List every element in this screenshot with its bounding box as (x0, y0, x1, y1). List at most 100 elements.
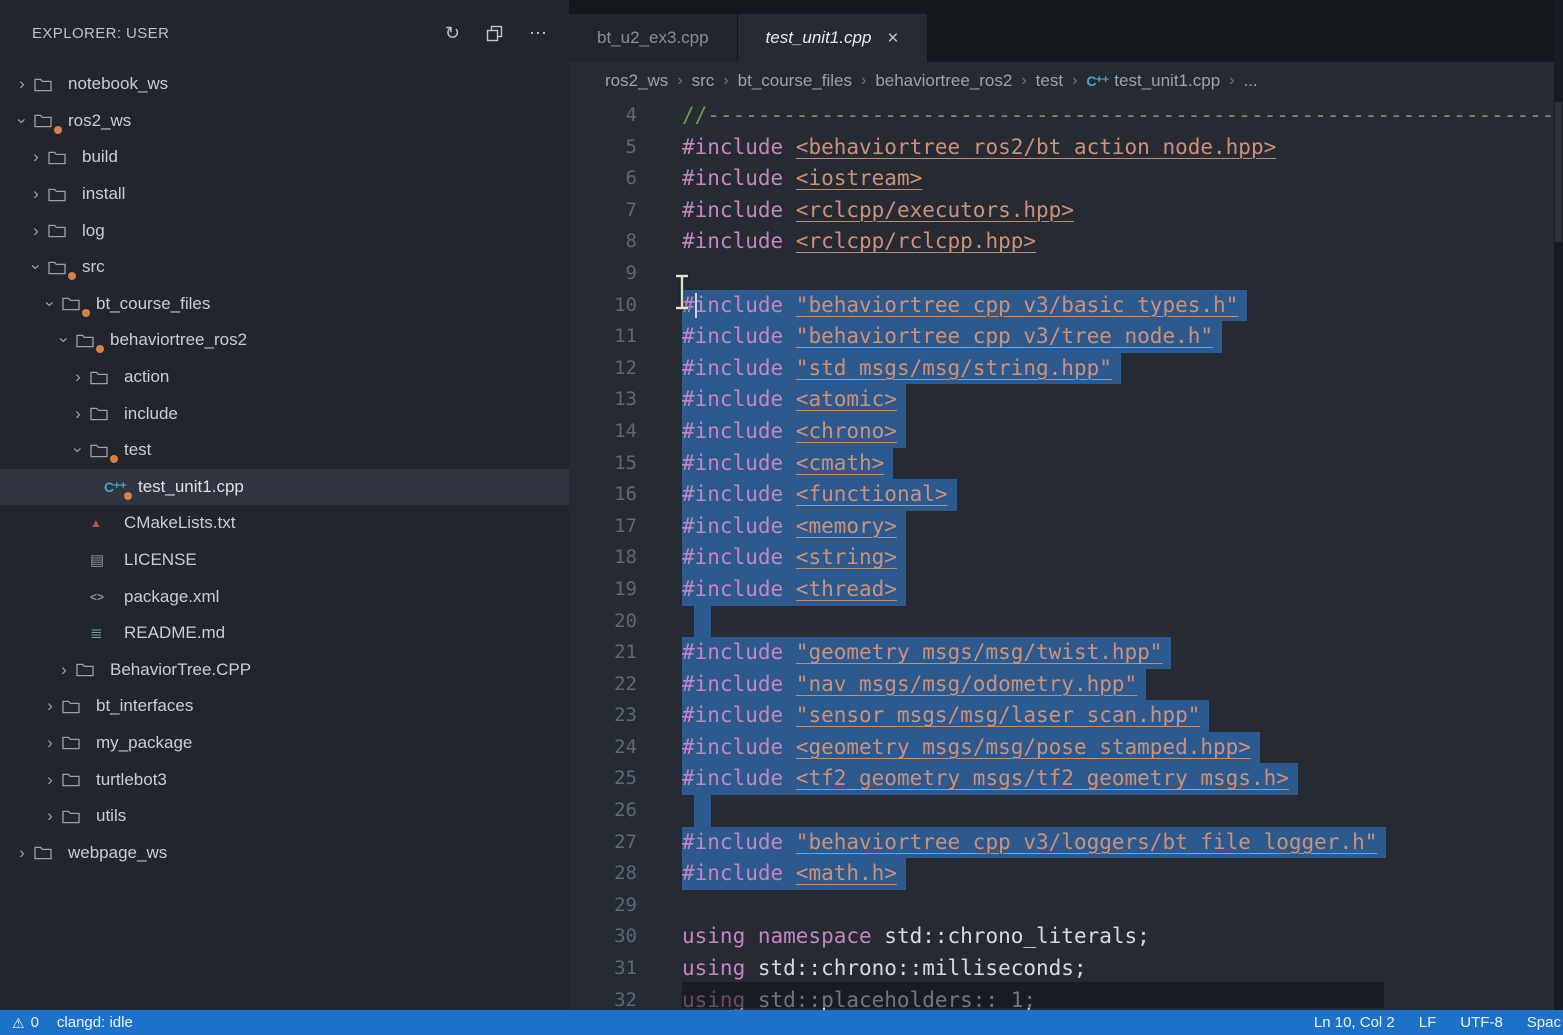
tree-item-bt-course-files[interactable]: ›bt_course_files (0, 286, 569, 323)
code-line[interactable]: 12#include "std_msgs/msg/string.hpp" (569, 353, 1563, 385)
line-number[interactable]: 8 (569, 226, 637, 258)
breadcrumb-item-[interactable]: ... (1243, 71, 1257, 91)
tree-item-test-unit1-cpp[interactable]: C⁺⁺test_unit1.cpp (0, 469, 569, 506)
tree-item-cmakelists-txt[interactable]: ▲CMakeLists.txt (0, 505, 569, 542)
breadcrumb-item-test-unit1-cpp[interactable]: C⁺⁺test_unit1.cpp (1086, 71, 1220, 91)
code-line-content[interactable]: #include <tf2_geometry_msgs/tf2_geometry… (682, 763, 1298, 795)
chevron-right-icon[interactable]: › (10, 74, 34, 94)
code-line-content[interactable]: #include "geometry_msgs/msg/twist.hpp" (682, 637, 1171, 669)
code-line[interactable]: 25 #include <tf2_geometry_msgs/tf2_geomet… (569, 763, 1563, 795)
chevron-right-icon[interactable]: › (24, 147, 48, 167)
line-number[interactable]: 10 (569, 290, 637, 322)
chevron-right-icon[interactable]: › (38, 696, 62, 716)
chevron-down-icon[interactable]: › (12, 109, 32, 133)
code-line[interactable]: 17 #include <memory> (569, 511, 1563, 543)
code-line[interactable]: 29 (569, 890, 1563, 922)
tree-item-webpage-ws[interactable]: ›webpage_ws (0, 834, 569, 871)
line-number[interactable]: 32 (569, 985, 637, 1010)
line-number[interactable]: 16 (569, 479, 637, 511)
line-number[interactable]: 18 (569, 542, 637, 574)
chevron-right-icon[interactable]: › (38, 770, 62, 790)
line-number[interactable]: 19 (569, 574, 637, 606)
code-line[interactable]: 24#include <geometry_msgs/msg/pose_stamp… (569, 732, 1563, 764)
horizontal-scrollbar[interactable] (682, 982, 1384, 1008)
code-line[interactable]: 27#include "behaviortree_cpp_v3/loggers/… (569, 827, 1563, 859)
code-line-content[interactable]: #include <iostream> (682, 163, 922, 195)
tab-test-unit1-cpp[interactable]: test_unit1.cpp× (738, 14, 928, 62)
chevron-right-icon[interactable]: › (66, 367, 90, 387)
status-eol-indicator[interactable]: LF (1419, 1014, 1437, 1031)
code-line-content[interactable]: #include <cmath> (682, 448, 893, 480)
code-line-content[interactable]: #include <thread> (682, 574, 906, 606)
more-actions-icon[interactable]: ⋯ (529, 24, 547, 42)
tree-item-build[interactable]: ›build (0, 139, 569, 176)
code-line-content[interactable]: #include "behaviortree_cpp_v3/basic_type… (682, 290, 1247, 322)
status-encoding-indicator[interactable]: UTF-8 (1460, 1014, 1503, 1031)
code-line[interactable]: 6#include <iostream> (569, 163, 1563, 195)
line-number[interactable]: 31 (569, 953, 637, 985)
tree-item-license[interactable]: ▤LICENSE (0, 542, 569, 579)
status-indentation-indicator[interactable]: Spac (1527, 1014, 1561, 1031)
chevron-down-icon[interactable]: › (68, 438, 88, 462)
code-line[interactable]: 20 (569, 606, 1563, 638)
breadcrumb-item-behaviortree-ros2[interactable]: behaviortree_ros2 (875, 71, 1012, 91)
code-line[interactable]: 23 #include "sensor_msgs/msg/laser_scan.h… (569, 700, 1563, 732)
tree-item-bt-interfaces[interactable]: ›bt_interfaces (0, 688, 569, 725)
line-number[interactable]: 17 (569, 511, 637, 543)
code-line-content[interactable]: #include <chrono> (682, 416, 906, 448)
line-number[interactable]: 11 (569, 321, 637, 353)
chevron-down-icon[interactable]: › (40, 292, 60, 316)
code-line[interactable]: 18 #include <string> (569, 542, 1563, 574)
line-number[interactable]: 30 (569, 921, 637, 953)
line-number[interactable]: 4 (569, 100, 637, 132)
code-line[interactable]: 14#include <chrono> (569, 416, 1563, 448)
line-number[interactable]: 15 (569, 448, 637, 480)
line-number[interactable]: 23 (569, 700, 637, 732)
code-line[interactable]: 11 #include "behaviortree_cpp_v3/tree_nod… (569, 321, 1563, 353)
code-line-content[interactable]: #include <memory> (682, 511, 906, 543)
line-number[interactable]: 24 (569, 732, 637, 764)
line-number[interactable]: 27 (569, 827, 637, 859)
code-line[interactable]: 16 #include <functional> (569, 479, 1563, 511)
tree-item-package-xml[interactable]: <>package.xml (0, 578, 569, 615)
tree-item-ros2-ws[interactable]: ›ros2_ws (0, 103, 569, 140)
chevron-right-icon[interactable]: › (38, 806, 62, 826)
tree-item-action[interactable]: ›action (0, 359, 569, 396)
code-line[interactable]: 30 using namespace std::chrono_literals; (569, 921, 1563, 953)
code-line[interactable]: 28#include <math.h> (569, 858, 1563, 890)
code-line[interactable]: 4//-------------------------------------… (569, 100, 1563, 132)
line-number[interactable]: 13 (569, 384, 637, 416)
line-number[interactable]: 22 (569, 669, 637, 701)
line-number[interactable]: 25 (569, 763, 637, 795)
code-line-content[interactable]: #include <behaviortree_ros2/bt_action_no… (682, 132, 1276, 164)
code-line-content[interactable]: using namespace std::chrono_literals; (682, 921, 1150, 953)
code-line-content[interactable]: #include "behaviortree_cpp_v3/tree_node.… (682, 321, 1222, 353)
code-line-content[interactable] (682, 795, 711, 827)
chevron-right-icon[interactable]: › (52, 660, 76, 680)
tree-item-notebook-ws[interactable]: ›notebook_ws (0, 66, 569, 103)
code-line-content[interactable]: #include <functional> (682, 479, 957, 511)
code-line[interactable]: 7#include <rclcpp/executors.hpp> (569, 195, 1563, 227)
tree-item-test[interactable]: ›test (0, 432, 569, 469)
code-line[interactable]: 10 #include "behaviortree_cpp_v3/basic_ty… (569, 290, 1563, 322)
refresh-explorer-icon[interactable]: ↻ (445, 24, 460, 42)
code-line[interactable]: 8 #include <rclcpp/rclcpp.hpp> (569, 226, 1563, 258)
code-line-content[interactable]: #include <string> (682, 542, 906, 574)
code-line-content[interactable]: #include <rclcpp/rclcpp.hpp> (682, 226, 1036, 258)
line-number[interactable]: 26 (569, 795, 637, 827)
code-editor[interactable]: 4//-------------------------------------… (569, 100, 1563, 1010)
tree-item-src[interactable]: ›src (0, 249, 569, 286)
breadcrumb-item-test[interactable]: test (1036, 71, 1063, 91)
chevron-down-icon[interactable]: › (26, 255, 46, 279)
line-number[interactable]: 20 (569, 606, 637, 638)
tab-close-icon[interactable]: × (887, 29, 898, 48)
code-line-content[interactable]: #include <math.h> (682, 858, 906, 890)
line-number[interactable]: 12 (569, 353, 637, 385)
chevron-right-icon[interactable]: › (24, 184, 48, 204)
chevron-down-icon[interactable]: › (54, 328, 74, 352)
code-line-content[interactable]: #include "sensor_msgs/msg/laser_scan.hpp… (682, 700, 1209, 732)
status-cursor-position[interactable]: Ln 10, Col 2 (1314, 1014, 1395, 1031)
code-line[interactable]: 13 #include <atomic> (569, 384, 1563, 416)
code-line-content[interactable]: #include <atomic> (682, 384, 906, 416)
breadcrumb-item-ros2-ws[interactable]: ros2_ws (605, 71, 668, 91)
